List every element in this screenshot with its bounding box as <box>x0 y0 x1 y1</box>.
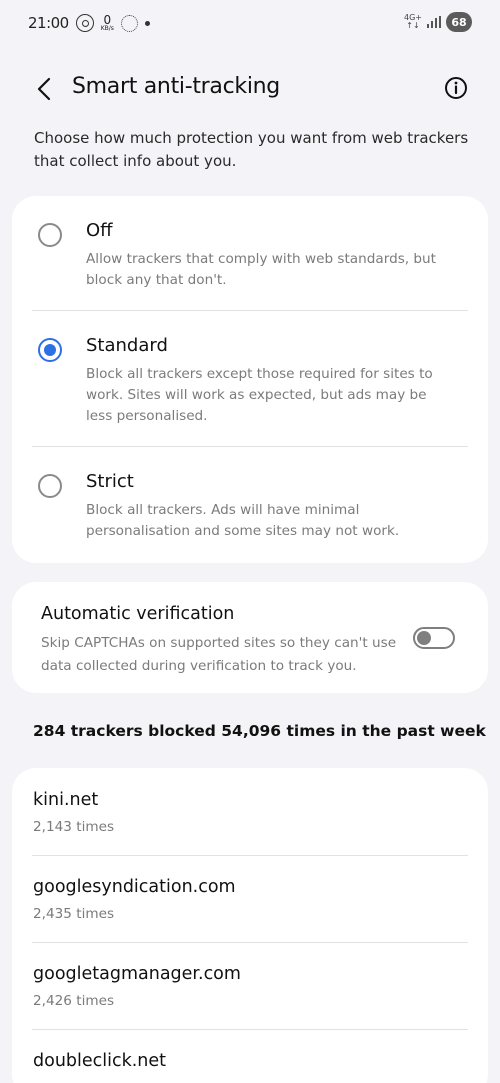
battery-icon: 68 <box>446 12 472 32</box>
tracker-count: 2,143 times <box>33 819 115 835</box>
data-arrows-icon: ↑↓ <box>406 21 420 30</box>
tracker-domain: kini.net <box>33 790 99 810</box>
app-bar: Smart anti-tracking <box>0 66 500 112</box>
back-button[interactable] <box>30 74 58 104</box>
tracker-domain: googletagmanager.com <box>33 964 241 984</box>
option-off[interactable]: Off Allow trackers that comply with web … <box>12 196 488 310</box>
intro-text: Choose how much protection you want from… <box>34 129 469 170</box>
toggle-knob <box>417 631 431 645</box>
automatic-verification-card[interactable]: Automatic verification Skip CAPTCHAs on … <box>12 582 488 693</box>
list-item[interactable]: kini.net 2,143 times <box>12 768 488 855</box>
option-strict[interactable]: Strict Block all trackers. Ads will have… <box>12 447 488 563</box>
verification-title: Automatic verification <box>41 604 235 624</box>
page-title: Smart anti-tracking <box>72 74 280 99</box>
option-off-title: Off <box>86 220 113 241</box>
option-standard[interactable]: Standard Block all trackers except those… <box>12 311 488 446</box>
list-item[interactable]: doubleclick.net <box>12 1030 488 1083</box>
trackers-blocked-summary: 284 trackers blocked 54,096 times in the… <box>33 722 486 740</box>
tracker-domain: doubleclick.net <box>33 1051 167 1071</box>
option-strict-description: Block all trackers. Ads will have minima… <box>86 502 400 539</box>
network-type: 4G+ ↑↓ <box>404 14 422 30</box>
notification-dot-icon <box>144 20 150 26</box>
tracker-count: 2,426 times <box>33 993 115 1009</box>
status-bar: 21:00 0 KB/s 4G+ ↑↓ 68 <box>0 0 500 46</box>
whatsapp-icon <box>75 14 94 32</box>
info-icon[interactable] <box>444 76 468 100</box>
option-off-description: Allow trackers that comply with web stan… <box>86 251 436 288</box>
tracker-count: 2,435 times <box>33 906 115 922</box>
sync-icon <box>120 14 138 32</box>
network-speed: 0 KB/s <box>101 14 114 32</box>
back-arrow-icon <box>37 77 51 101</box>
option-standard-description: Block all trackers except those required… <box>86 366 433 424</box>
tracker-domain: googlesyndication.com <box>33 877 236 897</box>
network-speed-unit: KB/s <box>100 25 114 32</box>
option-strict-title: Strict <box>86 471 134 492</box>
verification-description: Skip CAPTCHAs on supported sites so they… <box>41 635 397 674</box>
list-item[interactable]: googlesyndication.com 2,435 times <box>12 856 488 942</box>
list-item[interactable]: googletagmanager.com 2,426 times <box>12 943 488 1029</box>
radio-off[interactable] <box>38 223 62 247</box>
protection-options-card: Off Allow trackers that comply with web … <box>12 196 488 563</box>
tracker-list-card: kini.net 2,143 times googlesyndication.c… <box>12 768 488 1083</box>
radio-strict[interactable] <box>38 474 62 498</box>
status-time: 21:00 <box>28 14 69 32</box>
verification-toggle[interactable] <box>413 627 455 649</box>
option-standard-title: Standard <box>86 335 168 356</box>
radio-standard[interactable] <box>38 338 62 362</box>
signal-icon <box>427 16 441 28</box>
